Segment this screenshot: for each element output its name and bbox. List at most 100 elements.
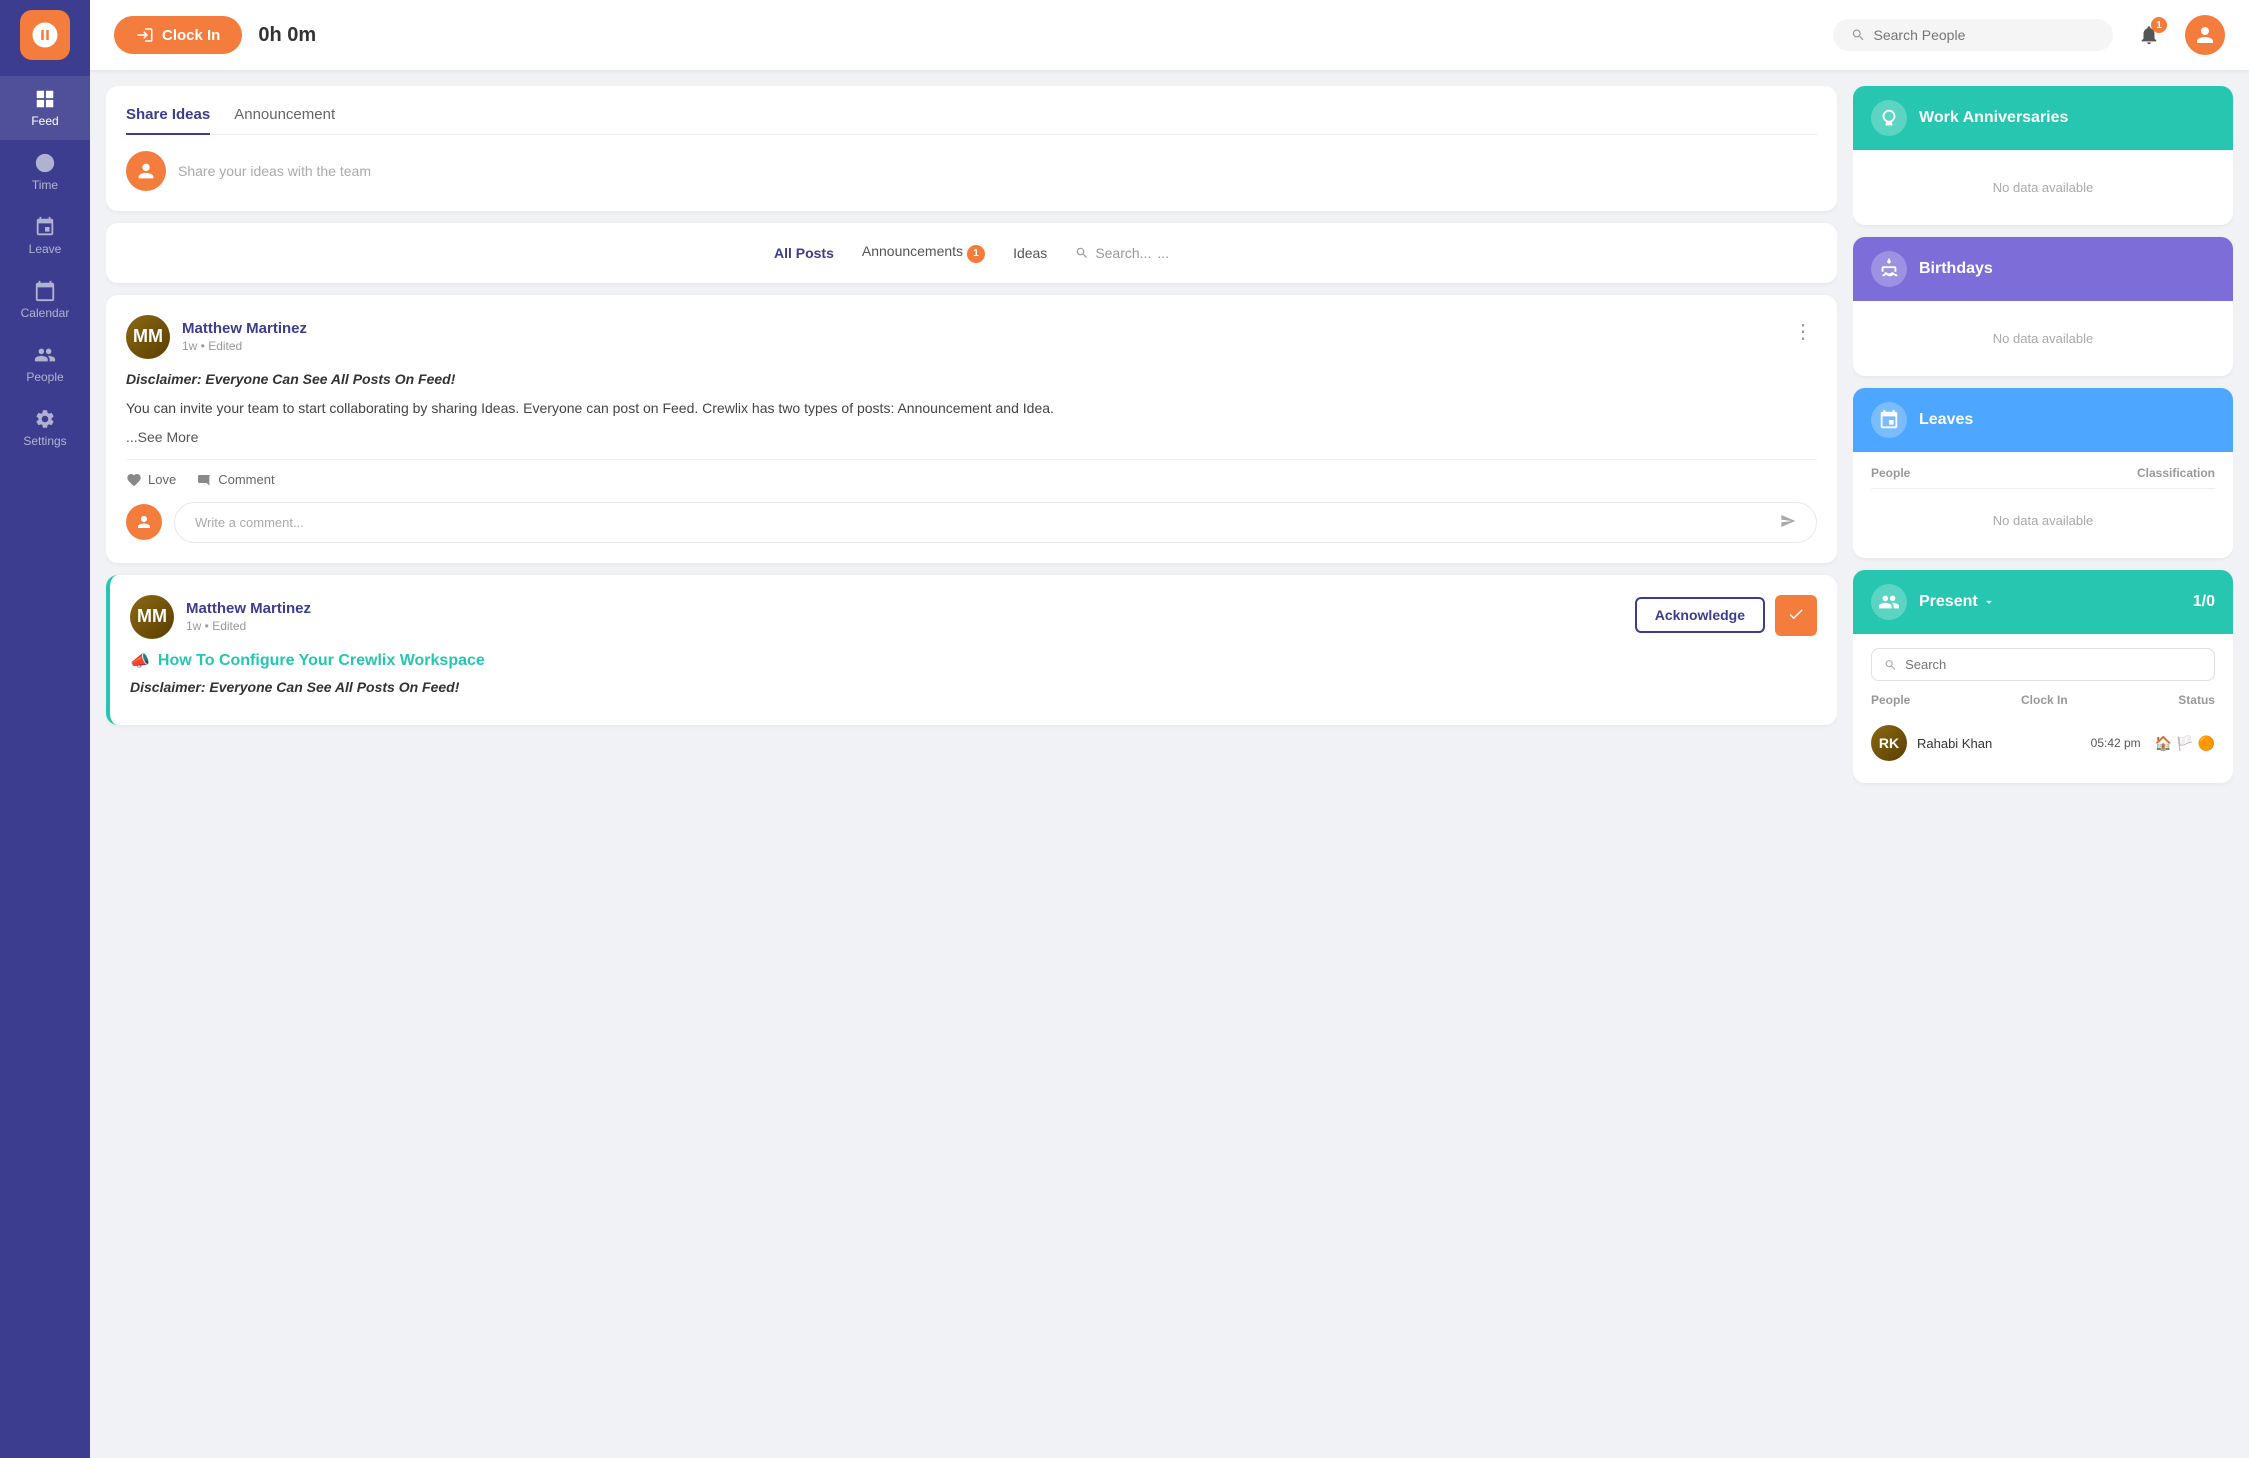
post-1-comment-box: Write a comment... — [126, 502, 1817, 543]
present-status-icons-1: 🏠 🏳️ 🟠 — [2155, 735, 2215, 752]
present-dropdown[interactable]: Present — [1919, 593, 1996, 611]
tab-announcement[interactable]: Announcement — [234, 106, 335, 135]
post-2: MM Matthew Martinez 1w • Edited Acknowle… — [106, 575, 1837, 725]
post-2-author: Matthew Martinez — [186, 600, 311, 617]
post-1-comment-button[interactable]: Comment — [196, 472, 274, 488]
present-search-input[interactable] — [1905, 657, 2202, 672]
present-title: Present — [1919, 593, 1978, 611]
feed-column: Share Ideas Announcement Share your idea… — [106, 86, 1837, 1442]
checkmark-icon — [1787, 605, 1805, 623]
tab-share-ideas[interactable]: Share Ideas — [126, 106, 210, 135]
search-people-box[interactable] — [1833, 19, 2113, 51]
comment-send-icon — [1780, 513, 1796, 532]
anniversaries-icon — [1871, 100, 1907, 136]
leaves-no-data: No data available — [1871, 497, 2215, 544]
post-1-comment-label: Comment — [218, 472, 274, 487]
post-1-love-label: Love — [148, 472, 176, 487]
leaves-col-classification: Classification — [2137, 466, 2215, 480]
post-search[interactable]: Search...... — [1075, 245, 1169, 261]
share-placeholder-text[interactable]: Share your ideas with the team — [178, 163, 371, 179]
share-user-avatar — [126, 151, 166, 191]
post-2-header-right: Acknowledge — [1635, 595, 1817, 636]
filter-announcements-label: Announcements — [862, 243, 963, 259]
anniversaries-title: Work Anniversaries — [1919, 109, 2068, 127]
birthdays-header: Birthdays — [1853, 237, 2233, 301]
comment-avatar — [126, 504, 162, 540]
present-person-1: RK Rahabi Khan — [1871, 725, 2091, 761]
sidebar-label-leave: Leave — [29, 242, 62, 256]
sidebar-item-time[interactable]: Time — [0, 140, 90, 204]
leaves-col-people: People — [1871, 466, 1910, 480]
sidebar-item-people[interactable]: People — [0, 332, 90, 396]
post-1-meta: 1w • Edited — [182, 339, 307, 353]
widget-leaves: Leaves People Classification No data ava… — [1853, 388, 2233, 558]
post-1-love-button[interactable]: Love — [126, 472, 176, 488]
search-icon — [1851, 27, 1866, 43]
present-col-people: People — [1871, 693, 1910, 707]
acknowledge-check-button[interactable] — [1775, 595, 1817, 636]
present-name-1: Rahabi Khan — [1917, 736, 1992, 751]
share-ideas-card: Share Ideas Announcement Share your idea… — [106, 86, 1837, 211]
app-logo[interactable] — [20, 10, 70, 60]
filter-all-posts[interactable]: All Posts — [774, 245, 834, 261]
sidebar-item-feed[interactable]: Feed — [0, 76, 90, 140]
leaves-header: Leaves — [1853, 388, 2233, 452]
sidebar-item-settings[interactable]: Settings — [0, 396, 90, 460]
post-1-body: You can invite your team to start collab… — [126, 397, 1817, 419]
user-avatar-top[interactable] — [2185, 15, 2225, 55]
post-2-avatar: MM — [130, 595, 174, 639]
anniversaries-body: No data available — [1853, 150, 2233, 225]
sidebar-label-time: Time — [32, 178, 58, 192]
status-dot-icon: 🟠 — [2198, 735, 2215, 752]
present-count: 1/0 — [2193, 593, 2215, 611]
present-icon — [1871, 584, 1907, 620]
post-1-actions: Love Comment — [126, 459, 1817, 488]
sidebar-label-people: People — [26, 370, 63, 384]
post-1-avatar: MM — [126, 315, 170, 359]
leaves-title: Leaves — [1919, 411, 1973, 429]
comment-placeholder: Write a comment... — [195, 515, 304, 530]
sidebar-label-calendar: Calendar — [21, 306, 70, 320]
status-home-icon: 🏠 — [2155, 735, 2172, 752]
notifications-button[interactable]: 1 — [2129, 15, 2169, 55]
present-header: Present 1/0 — [1853, 570, 2233, 634]
post-2-meta: 1w • Edited — [186, 619, 311, 633]
widget-anniversaries: Work Anniversaries No data available — [1853, 86, 2233, 225]
widget-present: Present 1/0 People Clock In Status RK — [1853, 570, 2233, 783]
status-flag-icon: 🏳️ — [2176, 735, 2193, 752]
filter-ideas[interactable]: Ideas — [1013, 245, 1047, 261]
sidebar-label-settings: Settings — [23, 434, 66, 448]
sidebar-item-leave[interactable]: Leave — [0, 204, 90, 268]
leaves-icon — [1871, 402, 1907, 438]
post-1-more-button[interactable]: ⋮ — [1789, 315, 1817, 348]
clock-in-label: Clock In — [162, 27, 220, 44]
sidebar-item-calendar[interactable]: Calendar — [0, 268, 90, 332]
anniversaries-header: Work Anniversaries — [1853, 86, 2233, 150]
share-input-row: Share your ideas with the team — [126, 151, 1817, 191]
present-search-box[interactable] — [1871, 648, 2215, 681]
main-content: Share Ideas Announcement Share your idea… — [90, 70, 2249, 1458]
post-filter-bar: All Posts Announcements1 Ideas Search...… — [106, 223, 1837, 283]
birthdays-icon — [1871, 251, 1907, 287]
present-body: People Clock In Status RK Rahabi Khan 05… — [1853, 634, 2233, 783]
post-1-see-more[interactable]: ...See More — [126, 429, 198, 445]
search-people-input[interactable] — [1874, 27, 2095, 43]
acknowledge-button[interactable]: Acknowledge — [1635, 597, 1765, 633]
leaves-columns: People Classification — [1871, 466, 2215, 489]
filter-announcements[interactable]: Announcements1 — [862, 243, 985, 263]
announcements-badge: 1 — [967, 245, 985, 263]
birthdays-no-data: No data available — [1871, 315, 2215, 362]
sidebar-label-feed: Feed — [31, 114, 58, 128]
post-1-disclaimer: Disclaimer: Everyone Can See All Posts O… — [126, 371, 1817, 387]
widget-birthdays: Birthdays No data available — [1853, 237, 2233, 376]
post-search-placeholder: Search... — [1095, 245, 1151, 261]
present-clock-in-1: 05:42 pm — [2091, 736, 2141, 750]
clock-in-button[interactable]: Clock In — [114, 16, 242, 54]
anniversaries-no-data: No data available — [1871, 164, 2215, 211]
comment-input[interactable]: Write a comment... — [174, 502, 1817, 543]
birthdays-body: No data available — [1853, 301, 2233, 376]
announcement-icon: 📣 — [130, 651, 150, 671]
post-2-disclaimer: Disclaimer: Everyone Can See All Posts O… — [130, 679, 1817, 695]
notification-badge: 1 — [2151, 17, 2167, 33]
leaves-body: People Classification No data available — [1853, 452, 2233, 558]
